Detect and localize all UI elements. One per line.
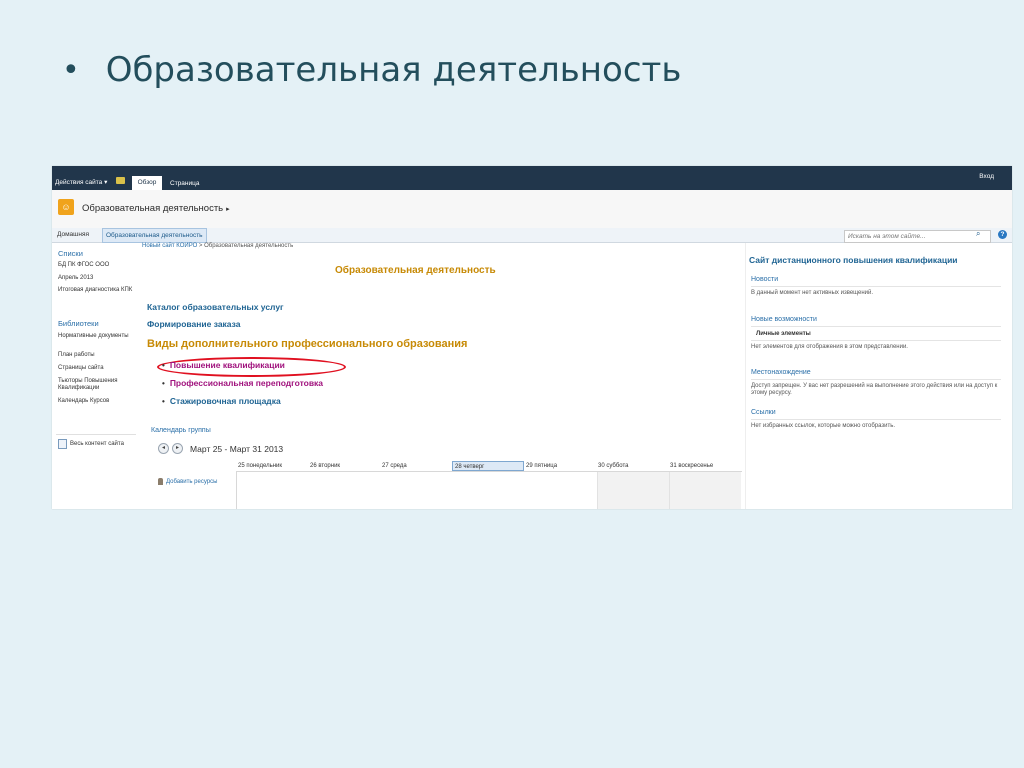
leftnav-item[interactable]: Итоговая диагностика КПК (58, 287, 138, 294)
bullet-icon: • (162, 360, 165, 370)
leftnav-item[interactable]: Нормативные документы (58, 333, 138, 340)
features-text: Нет элементов для отображения в этом пре… (751, 344, 908, 350)
site-actions-menu[interactable]: Действия сайта ▾ (55, 178, 107, 186)
news-text: В данный момент нет активных извещений. (751, 290, 874, 296)
tab-view[interactable]: Обзор (132, 176, 162, 190)
order-link[interactable]: Формирование заказа (147, 319, 240, 329)
calendar-days: 25 понедельник 26 вторник 27 среда 28 че… (236, 461, 742, 472)
kind-label: Стажировочная площадка (169, 396, 281, 406)
leftnav-divider (56, 434, 136, 435)
leftnav-item[interactable]: Тьюторы Повышения Квалификации (58, 378, 138, 392)
links-text: Нет избранных ссылок, которые можно отоб… (751, 423, 896, 429)
right-heading: Сайт дистанционного повышения квалификац… (749, 255, 958, 265)
all-site-content-link[interactable]: Весь контент сайта (58, 439, 124, 449)
login-link[interactable]: Вход (979, 173, 994, 180)
divider (751, 419, 1001, 420)
kind-link-retraining[interactable]: • Профессиональная переподготовка (162, 378, 323, 388)
leftnav-item[interactable]: Апрель 2013 (58, 275, 138, 282)
ribbon: Действия сайта ▾ Обзор Страница Вход (52, 166, 1012, 190)
site-logo-icon: ☺ (58, 199, 74, 215)
slide-title: • Образовательная деятельность (62, 50, 681, 90)
main-content: Новый сайт КОИРО > Образовательная деяте… (142, 243, 742, 509)
calendar-day[interactable]: 27 среда (380, 461, 452, 471)
site-title-text: Образовательная деятельность (82, 203, 224, 214)
breadcrumb-current: Образовательная деятельность (204, 243, 294, 249)
breadcrumb-root[interactable]: Новый сайт КОИРО (142, 243, 197, 249)
calendar-body (236, 472, 743, 509)
leftnav-lists-head[interactable]: Списки (58, 249, 83, 258)
edit-page-icon[interactable] (116, 177, 125, 184)
calendar-next-icon[interactable]: ▸ (172, 443, 183, 454)
calendar-day[interactable]: 26 вторник (308, 461, 380, 471)
tab-page[interactable]: Страница (170, 180, 199, 187)
features-head[interactable]: Новые возможности (751, 316, 817, 323)
calendar-prev-icon[interactable]: ◂ (158, 443, 169, 454)
bullet-icon: • (62, 52, 80, 88)
calendar-day[interactable]: 31 воскресенье (668, 461, 740, 471)
calendar-title[interactable]: Календарь группы (151, 427, 211, 434)
document-icon (58, 439, 67, 449)
kind-label: Повышение квалификации (169, 360, 285, 370)
divider (751, 379, 1001, 380)
calendar-cell[interactable] (381, 472, 453, 509)
resource-icon (158, 478, 163, 485)
leftnav-item[interactable]: План работы (58, 352, 138, 359)
calendar-day-today[interactable]: 28 четверг (452, 461, 524, 471)
nav-home[interactable]: Домашняя (57, 231, 89, 238)
sharepoint-screenshot: Действия сайта ▾ Обзор Страница Вход ☺ О… (52, 166, 1012, 509)
bullet-icon: • (162, 396, 165, 406)
calendar-cell-weekend[interactable] (597, 472, 669, 509)
site-title-arrow-icon: ▸ (226, 206, 230, 213)
breadcrumb-separator: > (198, 243, 203, 249)
location-text: Доступ запрещен. У вас нет разрешений на… (751, 383, 998, 396)
leftnav-item[interactable]: Страницы сайта (58, 365, 138, 372)
links-head[interactable]: Ссылки (751, 409, 776, 416)
breadcrumb: Новый сайт КОИРО > Образовательная деяте… (142, 243, 293, 249)
calendar-cell[interactable] (237, 472, 309, 509)
divider (751, 340, 1001, 341)
kind-label: Профессиональная переподготовка (169, 378, 324, 388)
calendar-day[interactable]: 30 суббота (596, 461, 668, 471)
calendar-cell-weekend[interactable] (669, 472, 741, 509)
calendar-nav: ◂ ▸ Март 25 - Март 31 2013 (158, 443, 283, 454)
leftnav-item[interactable]: БД ПК ФГОС ООО (58, 262, 138, 269)
add-resources-link[interactable]: Добавить ресурсы (158, 478, 217, 485)
kind-link-qualification[interactable]: • Повышение квалификации (162, 360, 285, 370)
calendar-day[interactable]: 25 понедельник (236, 461, 308, 471)
nav-current[interactable]: Образовательная деятельность (102, 228, 207, 243)
news-head[interactable]: Новости (751, 276, 778, 283)
catalog-link[interactable]: Каталог образовательных услуг (147, 302, 284, 312)
help-icon[interactable]: ? (998, 230, 1007, 239)
personal-items[interactable]: Личные элементы (756, 331, 811, 337)
calendar-cell[interactable] (309, 472, 381, 509)
left-navigation: Списки БД ПК ФГОС ООО Апрель 2013 Итогов… (52, 243, 140, 509)
right-column: Сайт дистанционного повышения квалификац… (745, 243, 1012, 509)
calendar-range: Март 25 - Март 31 2013 (190, 443, 284, 454)
calendar-day[interactable]: 29 пятница (524, 461, 596, 471)
location-head[interactable]: Местонахождение (751, 369, 811, 376)
search-icon[interactable]: ⌕ (976, 229, 980, 239)
kinds-heading: Виды дополнительного профессионального о… (147, 338, 468, 350)
calendar-cell[interactable] (525, 472, 597, 509)
top-navigation: Домашняя Образовательная деятельность ⌕ … (52, 228, 1012, 243)
add-resources-label: Добавить ресурсы (166, 478, 218, 485)
divider (751, 326, 1001, 327)
kind-link-internship[interactable]: • Стажировочная площадка (162, 396, 281, 406)
title-area: ☺ Образовательная деятельность ▸ (52, 190, 1012, 229)
all-site-content-label: Весь контент сайта (70, 441, 124, 447)
slide-title-text: Образовательная деятельность (105, 50, 682, 90)
divider (751, 286, 1001, 287)
calendar-cell[interactable] (453, 472, 525, 509)
search-input[interactable] (844, 230, 991, 243)
page-heading: Образовательная деятельность (335, 265, 496, 276)
site-title[interactable]: Образовательная деятельность ▸ (82, 203, 230, 214)
bullet-icon: • (162, 378, 165, 388)
leftnav-item[interactable]: Календарь Курсов (58, 398, 138, 405)
calendar-grid: 25 понедельник 26 вторник 27 среда 28 че… (154, 461, 742, 509)
leftnav-libraries-head[interactable]: Библиотеки (58, 319, 99, 328)
